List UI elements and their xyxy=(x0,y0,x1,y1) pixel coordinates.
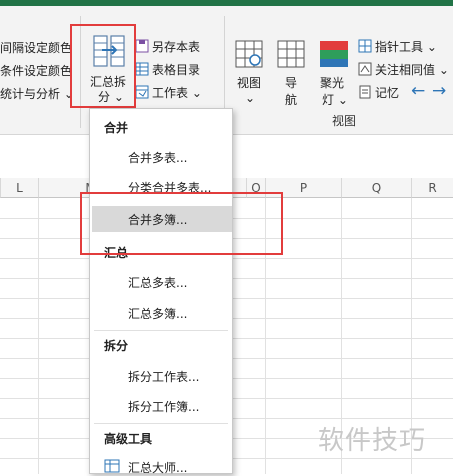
save-sheet-button[interactable]: 另存本表 xyxy=(152,38,200,55)
menu-item-summary-master[interactable]: 汇总大师... xyxy=(128,459,187,476)
focus-same-value-icon xyxy=(358,62,372,76)
view-label-2: ⌄ xyxy=(245,91,256,105)
worksheet-icon xyxy=(135,85,149,99)
pointer-tool-button[interactable]: 指针工具 ⌄ xyxy=(375,38,437,55)
menu-item-summary-workbooks[interactable]: 汇总多簿... xyxy=(128,305,187,322)
navigate-icon xyxy=(277,40,305,68)
pointer-tool-icon xyxy=(358,39,372,53)
focus-same-value-button[interactable]: 关注相同值 ⌄ xyxy=(375,61,449,78)
spotlight-label-2: 灯 ⌄ xyxy=(322,93,348,107)
navigate-label-2: 航 xyxy=(285,93,298,107)
navigate-label-1: 导 xyxy=(285,76,298,90)
save-sheet-icon xyxy=(135,39,149,53)
menu-item-merge-sheets[interactable]: 合并多表... xyxy=(128,149,187,166)
menu-item-split-worksheet[interactable]: 拆分工作表... xyxy=(128,368,199,385)
worksheet-button[interactable]: 工作表 ⌄ xyxy=(152,84,202,101)
menu-section-merge: 合并 xyxy=(104,121,129,135)
menu-item-summary-sheets[interactable]: 汇总多表... xyxy=(128,274,187,291)
highlight-box-menu-item xyxy=(80,192,283,255)
menu-divider xyxy=(94,330,228,331)
view-icon xyxy=(235,40,263,68)
memory-icon xyxy=(359,85,371,99)
spotlight-button[interactable]: 聚光 灯 ⌄ xyxy=(316,36,354,108)
watermark-text: 软件技巧 xyxy=(318,426,427,456)
grid-line xyxy=(38,198,39,474)
ribbon-stats-analysis[interactable]: 统计与分析 ⌄ xyxy=(0,85,74,102)
menu-section-advanced: 高级工具 xyxy=(104,432,153,446)
view-group-label: 视图 xyxy=(332,114,357,128)
ribbon-condition-color[interactable]: 条件设定颜色 xyxy=(0,62,72,79)
column-header[interactable]: Q xyxy=(341,178,411,198)
view-label-1: 视图 xyxy=(237,76,262,90)
navigate-button[interactable]: 导 航 xyxy=(275,36,307,108)
forward-arrow-icon[interactable]: → xyxy=(432,81,446,101)
memory-button[interactable]: 记忆 xyxy=(375,84,399,101)
table-directory-button[interactable]: 表格目录 xyxy=(152,61,200,78)
summary-master-icon xyxy=(104,459,120,473)
menu-item-split-workbook[interactable]: 拆分工作簿... xyxy=(128,398,199,415)
spotlight-icon xyxy=(320,41,348,67)
spotlight-label-1: 聚光 xyxy=(320,76,345,90)
view-button[interactable]: 视图 ⌄ xyxy=(233,36,267,108)
back-arrow-icon[interactable]: ← xyxy=(411,81,425,101)
highlight-box-button xyxy=(70,24,136,108)
menu-section-split: 拆分 xyxy=(104,339,129,353)
ribbon-interval-color[interactable]: 间隔设定颜色 xyxy=(0,39,72,56)
merge-split-dropdown-menu: 合并 合并多表... 分类合并多表... 合并多簿... 汇总 汇总多表... … xyxy=(89,108,233,476)
column-header[interactable]: L xyxy=(0,178,38,198)
table-directory-icon xyxy=(135,62,149,76)
column-header[interactable]: R xyxy=(411,178,453,198)
menu-divider xyxy=(94,423,228,424)
